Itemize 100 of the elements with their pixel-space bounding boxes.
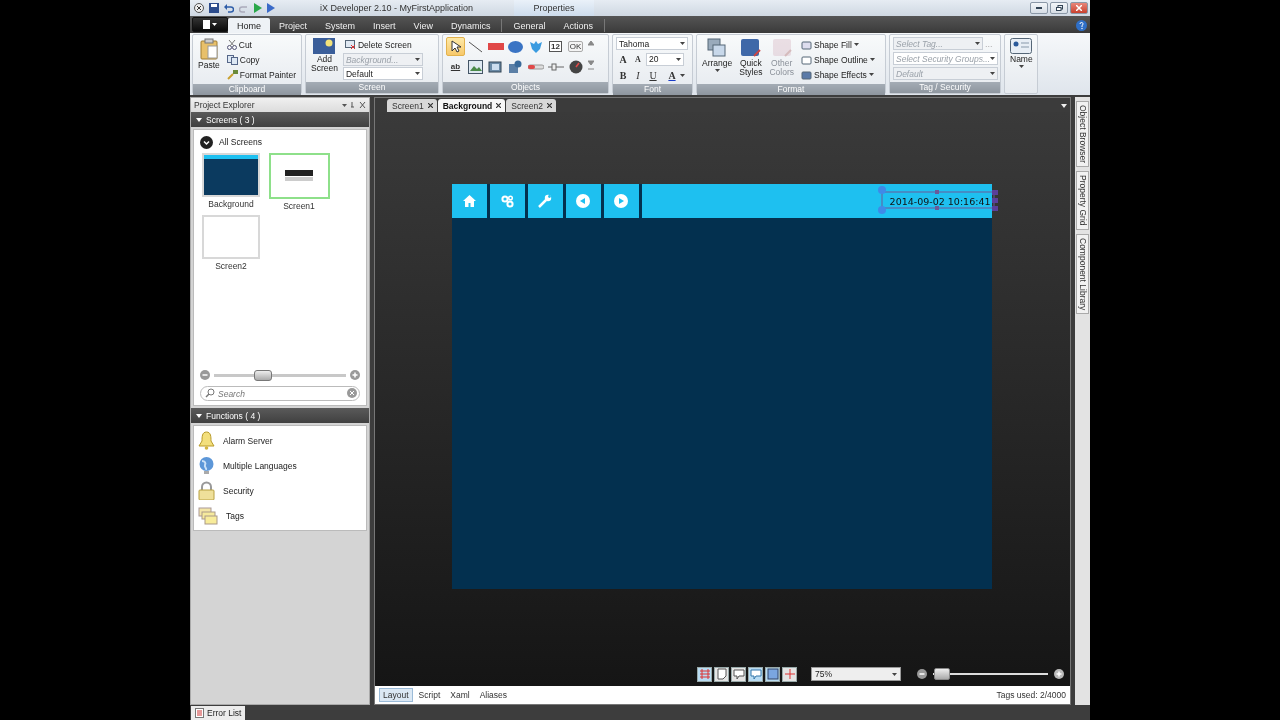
shape-menu-button[interactable]: Shape Fill (798, 37, 877, 52)
shape-menu-button[interactable]: Shape Outline (798, 52, 877, 67)
function-item[interactable]: Multiple Languages (194, 453, 366, 478)
search-field[interactable]: Search (200, 386, 360, 401)
ribbon-tab[interactable]: View (404, 18, 442, 33)
caret-icon (869, 58, 875, 61)
all-screens-button[interactable]: All Screens (200, 134, 360, 150)
caret-icon (990, 72, 995, 75)
editor-mode-tab[interactable]: Xaml (446, 688, 474, 702)
group-label: Tag / Security (890, 82, 1000, 93)
shrink-font-button[interactable]: A (631, 52, 645, 66)
ribbon-tab[interactable]: System (316, 18, 365, 33)
help-icon (1076, 20, 1087, 31)
delete-screen-button[interactable]: Delete Screen (342, 37, 423, 52)
nav-button[interactable] (565, 184, 601, 218)
nav-button[interactable] (451, 184, 487, 218)
ribbon-tab[interactable]: Home (228, 18, 270, 33)
document-tab[interactable]: Screen2 (506, 99, 556, 112)
arrange-button[interactable]: Arrange (700, 37, 735, 73)
nav-button[interactable] (489, 184, 525, 218)
view-toggle-button[interactable] (765, 666, 780, 682)
add-screen-button[interactable]: Add Screen (309, 37, 340, 74)
function-item[interactable]: Tags (194, 503, 366, 528)
shape-menu-button[interactable]: Shape Effects (798, 67, 877, 82)
zoom-dropdown[interactable]: 75% (811, 667, 901, 681)
ribbon-tab[interactable]: General (504, 18, 555, 33)
tool-button[interactable]: 12 (546, 37, 565, 56)
editor-mode-tab[interactable]: Aliases (475, 688, 512, 702)
section-header[interactable]: Screens ( 3 ) (191, 112, 369, 127)
restore-button[interactable] (1050, 2, 1068, 14)
view-toggle-button[interactable] (714, 666, 729, 682)
style-dropdown[interactable]: Default (342, 67, 423, 80)
slider-icon (527, 63, 544, 70)
ribbon-tab[interactable]: Project (270, 18, 317, 33)
ellipse-icon (508, 40, 523, 53)
minimize-button[interactable] (1030, 2, 1048, 14)
font-style-button[interactable]: I (631, 68, 645, 82)
lock-icon (198, 481, 215, 500)
clipboard-action[interactable]: Format Painter (224, 67, 298, 82)
error-list-tab[interactable]: Error List (191, 706, 246, 720)
font-family-dropdown[interactable]: Tahoma (616, 37, 688, 50)
document-tab[interactable]: Background (437, 99, 506, 112)
clipboard-action[interactable]: Cut (224, 37, 298, 52)
font-style-button[interactable]: U (646, 68, 660, 82)
scissors-icon (226, 39, 237, 50)
font-style-button[interactable]: B (616, 68, 630, 82)
zoom-in-icon[interactable] (1054, 669, 1064, 679)
view-toggle-button[interactable] (731, 666, 746, 682)
line-icon (468, 40, 483, 53)
screen-thumbnail-drawing (204, 155, 258, 195)
section-header[interactable]: Functions ( 4 ) (191, 408, 369, 423)
function-item[interactable]: Alarm Server (194, 428, 366, 453)
function-item[interactable]: Security (194, 478, 366, 503)
tool-button[interactable]: ab (446, 57, 465, 76)
pin-icon[interactable] (342, 101, 366, 109)
side-panel-tab[interactable]: Property Grid (1076, 171, 1089, 230)
close-icon (427, 103, 433, 108)
ribbon-tab[interactable]: Insert (364, 18, 405, 33)
nav-button[interactable] (527, 184, 563, 218)
application-menu-button[interactable] (192, 17, 228, 32)
quick-styles-button[interactable]: Quick Styles (737, 37, 765, 78)
caret-icon (990, 57, 995, 60)
view-toggle-button[interactable] (748, 666, 763, 682)
help-button[interactable] (1076, 20, 1087, 31)
caret-icon (414, 58, 420, 61)
clear-icon[interactable] (347, 388, 357, 398)
side-panel-tab[interactable]: Object Browser (1076, 101, 1089, 168)
clipboard-action[interactable]: Copy (224, 52, 298, 67)
comment-icon (732, 668, 745, 680)
save-icon[interactable] (209, 3, 219, 13)
grow-font-button[interactable]: A (616, 52, 630, 66)
gauge-icon (568, 59, 583, 74)
document-tab[interactable]: Screen1 (387, 99, 437, 112)
editor-mode-tab[interactable]: Layout (379, 688, 413, 702)
close-button[interactable] (1070, 2, 1088, 14)
paste-button[interactable]: Paste (196, 37, 222, 71)
undo-icon[interactable] (224, 3, 234, 13)
tab-menu-icon[interactable] (1061, 104, 1067, 108)
ribbon-tab[interactable]: Actions (554, 18, 602, 33)
cursor-icon (450, 40, 461, 53)
editor-mode-tab[interactable]: Script (414, 688, 445, 702)
view-toggle-button[interactable] (697, 666, 712, 682)
caret-icon (975, 42, 980, 45)
ribbon-tab[interactable]: Dynamics (441, 18, 500, 33)
gears-icon (500, 194, 514, 208)
group-label: Font (613, 84, 692, 95)
group-label: Format (697, 84, 885, 95)
name-button[interactable]: Name (1008, 37, 1035, 69)
close-icon (1076, 5, 1082, 11)
play-icon[interactable] (267, 3, 275, 13)
caret-icon (853, 43, 859, 46)
nav-button[interactable] (603, 184, 639, 218)
tool-button[interactable] (446, 37, 465, 56)
wrench-icon (538, 194, 552, 208)
tool-button[interactable] (466, 57, 485, 76)
font-size-dropdown[interactable]: 20 (646, 52, 684, 66)
font-color-button[interactable]: A (665, 68, 679, 82)
zoom-out-icon[interactable] (917, 669, 927, 679)
view-toggle-button[interactable] (782, 666, 797, 682)
side-panel-tab[interactable]: Component Library (1076, 233, 1089, 314)
